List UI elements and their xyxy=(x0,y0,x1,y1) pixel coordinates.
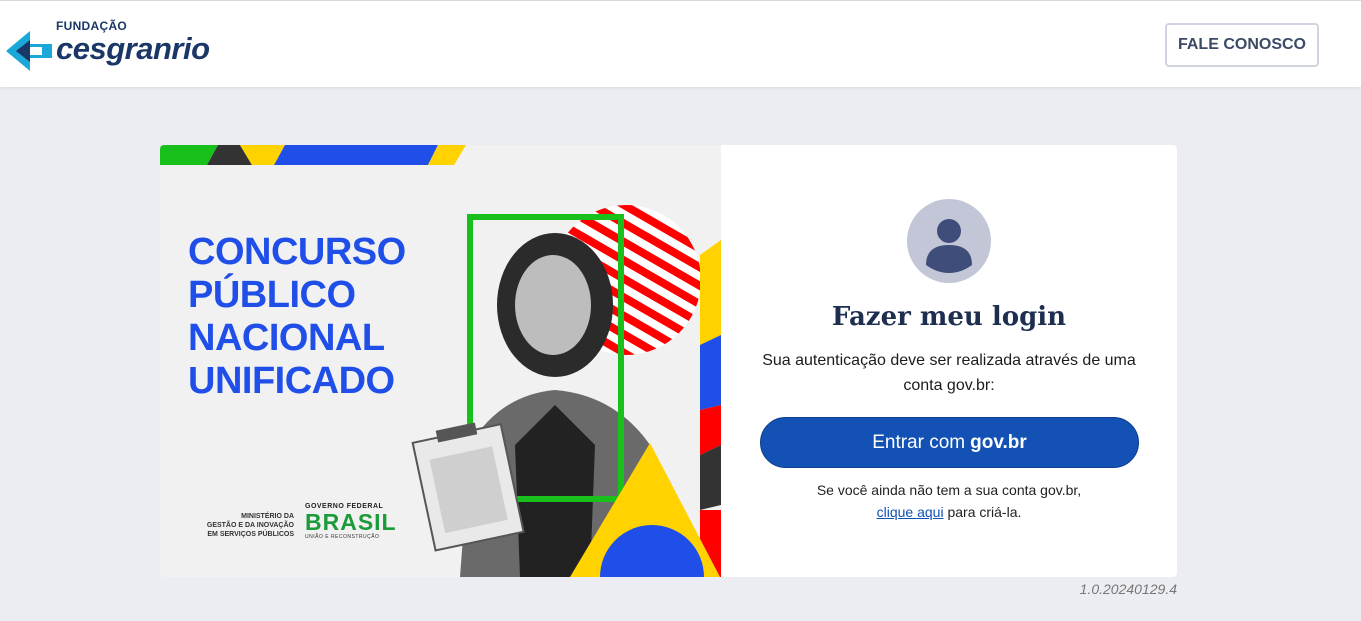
signup-note: Se você ainda não tem a sua conta gov.br… xyxy=(761,479,1137,523)
banner-title-line: NACIONAL xyxy=(188,317,385,359)
signup-note-suffix: para criá-la. xyxy=(947,504,1022,520)
login-panel: Fazer meu login Sua autenticação deve se… xyxy=(721,145,1177,577)
govbr-button-bold: gov.br xyxy=(970,431,1027,453)
contact-button[interactable]: FALE CONOSCO xyxy=(1165,23,1319,67)
govbr-button-prefix: Entrar com xyxy=(872,431,966,453)
ministry-line: GESTÃO E DA INOVAÇÃO xyxy=(206,522,294,529)
login-title: Fazer meu login xyxy=(831,302,1067,332)
login-description: Sua autenticação deve ser realizada atra… xyxy=(762,352,1136,394)
promo-banner: CONCURSO PÚBLICO NACIONAL UNIFICADO MINI… xyxy=(160,145,721,577)
signup-note-text: Se você ainda não tem a sua conta gov.br… xyxy=(816,482,1082,498)
banner-title: CONCURSO PÚBLICO NACIONAL UNIFICADO xyxy=(188,231,406,403)
banner-title-line: CONCURSO xyxy=(188,231,406,273)
signup-link[interactable]: clique aqui xyxy=(877,504,944,520)
ministry-line: EM SERVIÇOS PÚBLICOS xyxy=(207,531,294,538)
version-label: 1.0.20240129.4 xyxy=(1079,581,1177,597)
banner-title-line: PÚBLICO xyxy=(188,274,356,316)
login-card: CONCURSO PÚBLICO NACIONAL UNIFICADO MINI… xyxy=(160,145,1177,577)
ministry-text: MINISTÉRIO DA GESTÃO E DA INOVAÇÃO EM SE… xyxy=(196,512,294,539)
governo-federal-logo: GOVERNO FEDERAL BRASIL UNIÃO E RECONSTRU… xyxy=(305,503,397,540)
brasil-text: BRASIL xyxy=(305,509,397,535)
banner-title-line: UNIFICADO xyxy=(188,360,395,402)
ministry-line: MINISTÉRIO DA xyxy=(241,513,294,520)
top-bar: FUNDAÇÃO cesgranrio FALE CONOSCO xyxy=(0,0,1361,87)
user-avatar-icon xyxy=(907,199,991,283)
govbr-login-button[interactable]: Entrar com gov.br xyxy=(760,417,1139,468)
cesgranrio-logo[interactable]: FUNDAÇÃO cesgranrio xyxy=(6,15,246,75)
cesgranrio-arrow-icon xyxy=(6,31,52,71)
brand-name: cesgranrio xyxy=(56,31,210,66)
